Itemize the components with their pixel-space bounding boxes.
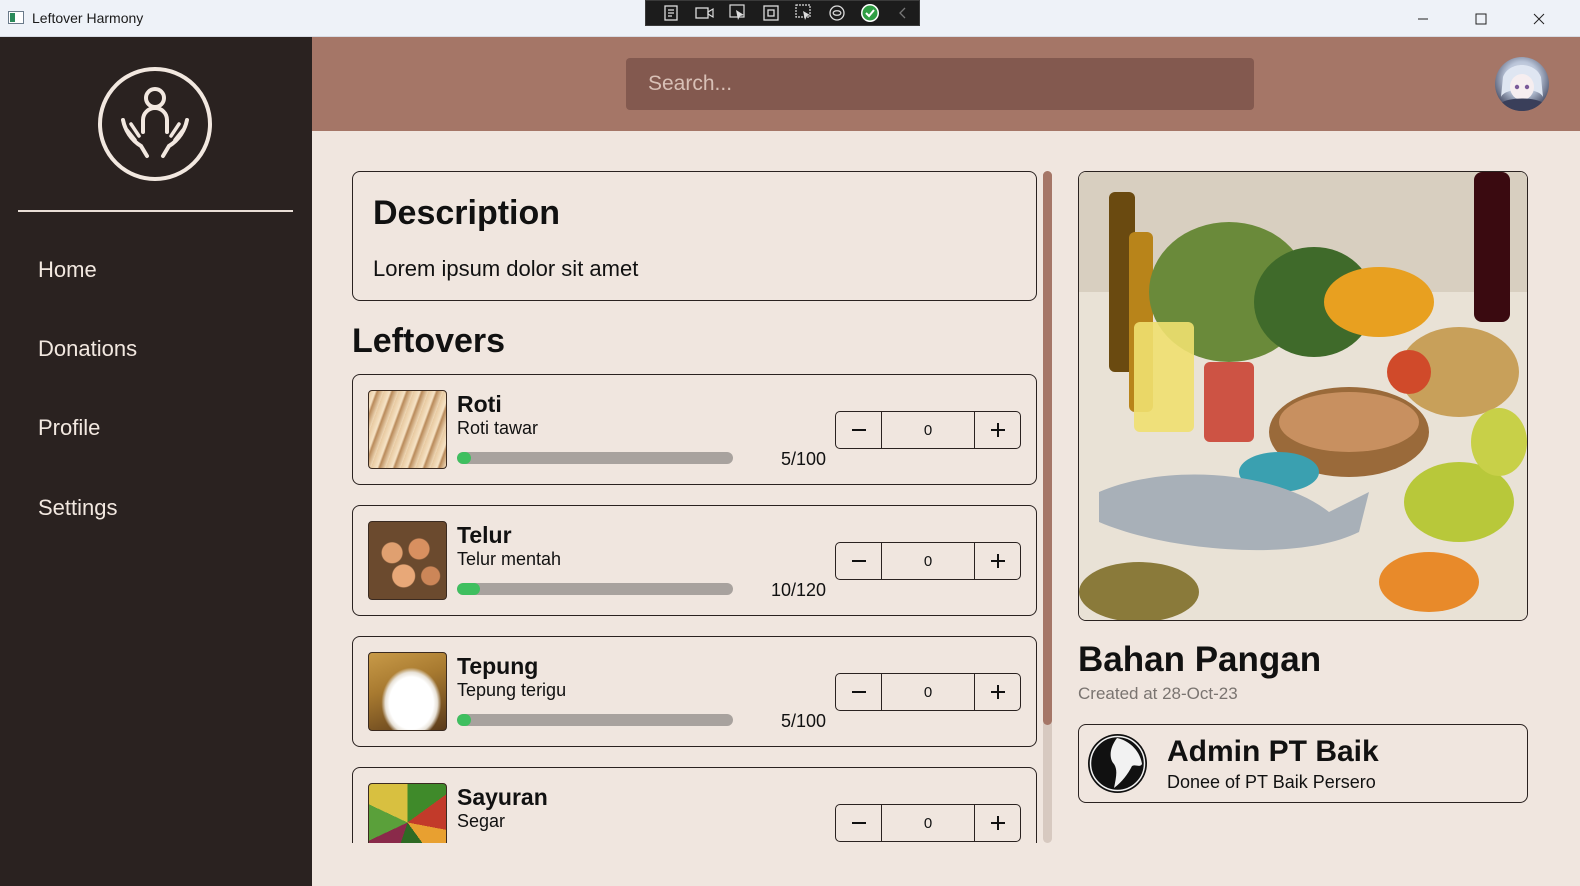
sidebar-item-home[interactable]: Home [38,257,97,283]
stock-progress-bar [457,714,733,726]
item-subtitle: Roti tawar [457,418,539,438]
quantity-input[interactable]: 0 [882,805,974,841]
item-subtitle: Segar [457,811,506,831]
decrement-button[interactable] [836,674,882,710]
collapse-toolbar-icon[interactable] [891,3,915,23]
item-name: Roti [457,391,502,417]
item-name: Tepung [457,653,539,679]
app-icon [8,11,24,24]
increment-button[interactable] [974,674,1020,710]
list-item: Telur Telur mentah 10/120 0 [352,505,1037,616]
roti-image [368,390,447,469]
display-layout-adorners-icon[interactable] [759,3,783,23]
sidebar-item-settings[interactable]: Settings [38,495,118,521]
minimize-button[interactable] [1394,0,1452,37]
decrement-button[interactable] [836,805,882,841]
decrement-button[interactable] [836,412,882,448]
stock-count: 10/120 [770,580,826,600]
list-scrollbar[interactable] [1043,171,1052,843]
sayuran-image [368,783,447,843]
sidebar-item-profile[interactable]: Profile [38,415,100,441]
quantity-input[interactable]: 0 [882,674,974,710]
donee-name: Admin PT Baik [1167,735,1379,768]
item-subtitle: Tepung terigu [457,680,567,700]
quantity-stepper: 0 [835,411,1021,449]
quantity-input[interactable]: 0 [882,412,974,448]
stock-progress-fill [457,583,480,595]
track-focus-icon[interactable] [792,3,816,23]
app-logo-icon[interactable] [97,66,213,182]
hot-reload-icon[interactable] [825,3,849,23]
leftovers-heading: Leftovers [352,322,506,360]
increment-button[interactable] [974,805,1020,841]
increment-button[interactable] [974,543,1020,579]
list-item: Roti Roti tawar 5/100 0 [352,374,1037,485]
stock-count: 5/100 [780,449,826,469]
status-ok-icon [858,3,882,23]
description-title: Description [373,194,561,232]
record-icon[interactable] [693,3,717,23]
window-title-bar: Leftover Harmony [0,0,1580,37]
live-visual-tree-icon[interactable] [660,3,684,23]
list-item: Tepung Tepung terigu 5/100 0 [352,636,1037,747]
detail-title: Bahan Pangan [1078,640,1322,679]
user-avatar[interactable] [1495,57,1549,111]
decrement-button[interactable] [836,543,882,579]
sidebar: Home Donations Profile Settings [0,37,312,886]
description-text: Lorem ipsum dolor sit amet [373,256,639,281]
donee-card[interactable]: Admin PT Baik Donee of PT Baik Persero [1078,724,1528,803]
stock-count: 5/100 [780,711,826,731]
food-hero-image [1078,171,1528,621]
quantity-input[interactable]: 0 [882,543,974,579]
description-card: Description Lorem ipsum dolor sit amet [352,171,1037,301]
item-name: Sayuran [457,784,548,810]
item-subtitle: Telur mentah [457,549,562,569]
stock-progress-bar [457,583,733,595]
top-header [312,37,1580,131]
stock-progress-fill [457,714,471,726]
scrollbar-thumb[interactable] [1043,171,1052,725]
increment-button[interactable] [974,412,1020,448]
quantity-stepper: 0 [835,673,1021,711]
search-input[interactable] [626,58,1254,110]
select-element-icon[interactable] [726,3,750,23]
debug-toolbar [645,0,920,26]
sidebar-divider [18,210,293,212]
maximize-button[interactable] [1452,0,1510,37]
quantity-stepper: 0 [835,804,1021,842]
stock-progress-fill [457,452,471,464]
telur-image [368,521,447,600]
item-name: Telur [457,522,512,548]
created-date: Created at 28-Oct-23 [1078,684,1238,703]
window-title: Leftover Harmony [32,10,144,26]
donee-subtitle: Donee of PT Baik Persero [1167,772,1376,792]
quantity-stepper: 0 [835,542,1021,580]
sidebar-item-donations[interactable]: Donations [38,336,137,362]
tepung-image [368,652,447,731]
close-button[interactable] [1510,0,1568,37]
donee-logo-icon [1088,734,1147,793]
leftovers-list: Roti Roti tawar 5/100 0 Telur Telur ment… [340,370,1050,843]
list-item: Sayuran Segar 0 [352,767,1037,843]
stock-progress-bar [457,452,733,464]
